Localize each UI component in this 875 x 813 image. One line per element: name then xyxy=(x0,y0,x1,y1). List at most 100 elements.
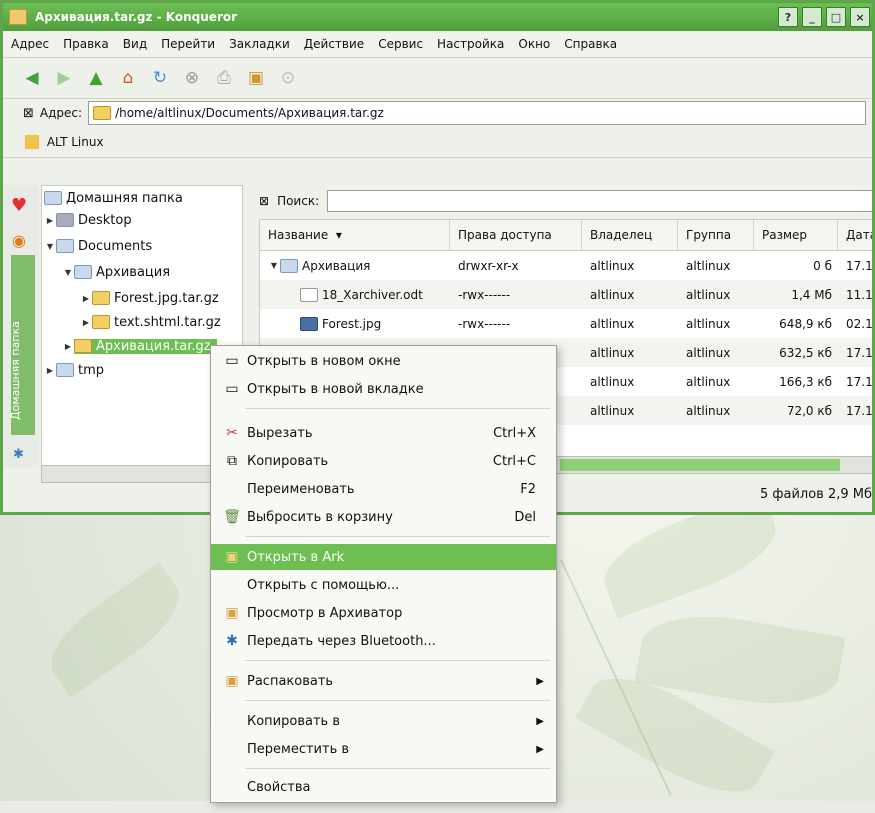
file-list-header: Название ▾ Права доступа Владелец Группа… xyxy=(260,220,872,251)
table-row[interactable]: ▼ Архивация drwxr-xr-x altlinux altlinux 0 … xyxy=(260,251,872,280)
menu-cut[interactable]: ✂ Вырезать Ctrl+X xyxy=(211,420,556,446)
menu-trash[interactable]: 🗑 Выбросить в корзину Del xyxy=(211,504,556,530)
tree-item-desktop[interactable]: ▶ Desktop xyxy=(44,210,132,230)
new-folder-icon[interactable]: ▣ xyxy=(245,67,267,89)
sidebar-tab-label: Домашняя папка xyxy=(9,321,22,420)
wallpaper-leaf xyxy=(36,562,194,698)
tree-item-text-archive[interactable]: ▶ text.shtml.tar.gz xyxy=(80,312,221,332)
menu-tools[interactable]: Сервис xyxy=(378,37,423,51)
menu-separator xyxy=(245,700,550,701)
title-bar[interactable]: Архивация.tar.gz - Konqueror ? _ □ × xyxy=(3,3,872,31)
location-bar: ⊠ Адрес: /home/altlinux/Documents/Архива… xyxy=(3,99,872,127)
menu-bluetooth[interactable]: ✱ Передать через Bluetooth... xyxy=(211,628,556,654)
menu-separator xyxy=(245,660,550,661)
scissors-icon: ✂ xyxy=(226,425,238,441)
column-permissions[interactable]: Права доступа xyxy=(450,220,582,250)
menu-open-new-window[interactable]: ▭ Открыть в новом окне xyxy=(211,348,556,374)
menu-separator xyxy=(245,408,550,409)
menu-properties[interactable]: Свойства xyxy=(211,774,556,800)
search-bar: ⊠ Поиск: xyxy=(259,187,872,215)
extract-icon: ▣ xyxy=(225,673,239,689)
menu-edit[interactable]: Правка xyxy=(63,37,109,51)
submenu-arrow-icon: ▶ xyxy=(536,675,544,687)
menu-copy-to[interactable]: Копировать в ▶ xyxy=(211,708,556,734)
alt-linux-bookmark[interactable]: ALT Linux xyxy=(25,135,104,150)
menu-copy[interactable]: ⧉ Копировать Ctrl+C xyxy=(211,448,556,474)
tree-item-arhivatsiya[interactable]: ▼ Архивация xyxy=(62,262,170,282)
close-button[interactable]: × xyxy=(850,7,870,27)
menu-action[interactable]: Действие xyxy=(304,37,364,51)
submenu-arrow-icon: ▶ xyxy=(536,743,544,755)
column-owner[interactable]: Владелец xyxy=(582,220,678,250)
location-value: /home/altlinux/Documents/Архивация.tar.g… xyxy=(115,106,384,120)
home-icon[interactable]: ⌂ xyxy=(117,67,139,89)
menu-help[interactable]: Справка xyxy=(564,37,617,51)
table-row[interactable]: 18_Xarchiver.odt -rwx------ altlinux altl… xyxy=(260,280,872,309)
services-icon[interactable]: ✱ xyxy=(13,447,24,462)
menu-open-ark[interactable]: ▣ Открыть в Ark xyxy=(211,544,556,570)
help-button[interactable]: ? xyxy=(778,7,798,27)
menu-separator xyxy=(245,768,550,769)
menu-view-archiver[interactable]: ▣ Просмотр в Архиватор xyxy=(211,600,556,626)
search-label: Поиск: xyxy=(277,194,320,208)
reload-icon[interactable]: ↻ xyxy=(149,67,171,89)
window-title: Архивация.tar.gz - Konqueror xyxy=(35,10,238,24)
clear-search-icon[interactable]: ⊠ xyxy=(259,194,269,208)
column-name[interactable]: Название ▾ xyxy=(260,220,450,250)
menu-window[interactable]: Окно xyxy=(518,37,550,51)
tree-item-selected-archive[interactable]: ▶ Архивация.tar.gz xyxy=(62,336,217,356)
up-icon[interactable]: ▲ xyxy=(85,67,107,89)
menu-open-with[interactable]: Открыть с помощью... xyxy=(211,572,556,598)
back-icon[interactable]: ◀ xyxy=(21,67,43,89)
sidebar-tabs: ♥ ◉ Домашняя папка ✱ xyxy=(3,185,39,467)
tree-item-tmp[interactable]: ▶ tmp xyxy=(44,360,104,380)
menu-view[interactable]: Вид xyxy=(123,37,147,51)
scrollbar-thumb[interactable] xyxy=(560,459,840,471)
archive-icon xyxy=(93,106,112,120)
menu-extract[interactable]: ▣ Распаковать ▶ xyxy=(211,668,556,694)
window-icon: ▭ xyxy=(225,353,239,369)
context-menu: ▭ Открыть в новом окне ▭ Открыть в новой в… xyxy=(210,345,557,803)
search-input[interactable] xyxy=(327,190,872,212)
heart-icon[interactable]: ♥ xyxy=(11,195,27,216)
alt-linux-icon xyxy=(25,135,39,150)
maximize-button[interactable]: □ xyxy=(826,7,846,27)
bluetooth-icon: ✱ xyxy=(226,633,238,649)
menu-separator xyxy=(245,536,550,537)
menu-settings[interactable]: Настройка xyxy=(437,37,504,51)
menu-move-to[interactable]: Переместить в ▶ xyxy=(211,736,556,762)
main-toolbar: ◀ ▶ ▲ ⌂ ↻ ⊗ ⎙ ▣ ⊙ xyxy=(3,58,872,99)
tree-item-home[interactable]: Домашняя папка xyxy=(44,188,183,208)
submenu-arrow-icon: ▶ xyxy=(536,715,544,727)
menu-bar: Адрес Правка Вид Перейти Закладки Действ… xyxy=(3,31,872,58)
menu-open-new-tab[interactable]: ▭ Открыть в новой вкладке xyxy=(211,376,556,402)
history-icon[interactable]: ◉ xyxy=(12,231,26,250)
menu-go[interactable]: Перейти xyxy=(161,37,215,51)
menu-bookmarks[interactable]: Закладки xyxy=(229,37,290,51)
status-text: 5 файлов 2,9 Мб xyxy=(759,486,872,502)
table-row[interactable]: Forest.jpg -rwx------ altlinux altlinux 64… xyxy=(260,309,872,338)
column-size[interactable]: Размер xyxy=(754,220,838,250)
tab-icon: ▭ xyxy=(225,381,239,397)
location-label: Адрес: xyxy=(39,106,83,120)
minimize-button[interactable]: _ xyxy=(802,7,822,27)
forward-icon[interactable]: ▶ xyxy=(53,67,75,89)
clear-location-icon[interactable]: ⊠ xyxy=(23,106,34,121)
ark-icon: ▣ xyxy=(225,549,239,565)
bookmark-label: ALT Linux xyxy=(46,134,104,149)
menu-address[interactable]: Адрес xyxy=(11,37,49,51)
column-date[interactable]: Дата xyxy=(838,220,872,250)
tree-item-documents[interactable]: ▼ Documents xyxy=(44,236,152,256)
tree-item-forest-archive[interactable]: ▶ Forest.jpg.tar.gz xyxy=(80,288,219,308)
copy-icon: ⧉ xyxy=(227,453,237,469)
bookmark-toolbar: ALT Linux xyxy=(3,127,872,158)
print-icon[interactable]: ⎙ xyxy=(213,67,235,89)
stop-icon[interactable]: ⊗ xyxy=(181,67,203,89)
trash-icon: 🗑 xyxy=(223,509,241,525)
menu-rename[interactable]: Переименовать F2 xyxy=(211,476,556,502)
column-group[interactable]: Группа xyxy=(678,220,754,250)
zoom-icon[interactable]: ⊙ xyxy=(277,67,299,89)
location-input[interactable]: /home/altlinux/Documents/Архивация.tar.g… xyxy=(88,101,866,125)
archiver-icon: ▣ xyxy=(225,605,239,621)
archive-icon xyxy=(9,9,27,25)
